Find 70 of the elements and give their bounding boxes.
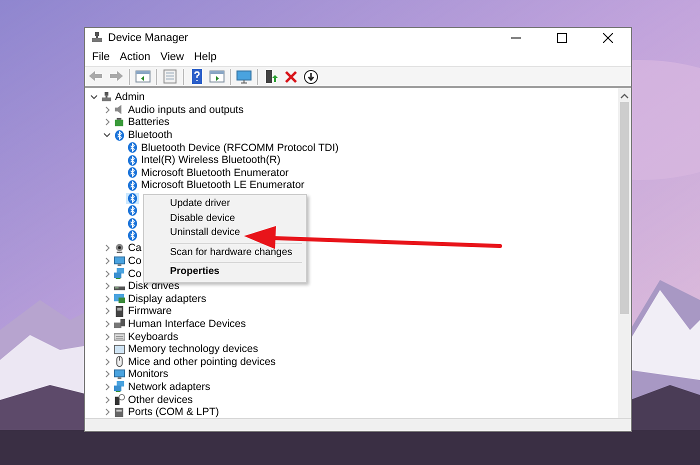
webcam-icon (114, 242, 125, 254)
bluetooth-icon (127, 218, 138, 229)
tree-item[interactable]: Memory technology devices (128, 343, 258, 356)
tree-item[interactable]: Firmware (128, 305, 172, 318)
scroll-up-icon[interactable] (620, 92, 629, 100)
tree-item[interactable]: Ca (128, 242, 142, 254)
tree-item[interactable]: Other devices (128, 394, 193, 406)
tree-item[interactable]: Co (128, 255, 142, 268)
window-panel-button[interactable] (134, 68, 152, 86)
monitor-icon (114, 256, 125, 267)
display-adapter-icon (114, 293, 125, 304)
document-button[interactable] (161, 68, 179, 86)
mouse-icon (114, 356, 125, 368)
network-icon (114, 268, 125, 280)
window-panel-button[interactable] (208, 68, 226, 86)
menu-item[interactable]: View (155, 49, 189, 65)
menu-item[interactable]: Help (188, 49, 222, 65)
tree-item[interactable]: Bluetooth Device (RFCOMM Protocol TDI) (141, 142, 339, 154)
tree-item[interactable]: Intel(R) Wireless Bluetooth(R) (141, 154, 280, 166)
scrollbar[interactable] (618, 88, 631, 418)
hid-icon (114, 318, 125, 330)
maximize-icon (557, 33, 567, 43)
chip-icon (114, 306, 125, 317)
tree-item[interactable]: Mice and other pointing devices (128, 356, 276, 368)
bluetooth-icon (127, 154, 138, 166)
download-button[interactable] (302, 68, 320, 86)
selection-highlight[interactable] (126, 192, 139, 204)
computer-icon (101, 92, 112, 103)
tree-item[interactable]: Network adapters (128, 380, 210, 393)
collapse-icon[interactable] (89, 93, 100, 102)
menu-item[interactable]: Properties (146, 265, 304, 280)
tree-item[interactable]: Disk drives (128, 280, 180, 292)
close-icon (603, 33, 613, 43)
memory-card-icon (114, 344, 125, 355)
bluetooth-icon (127, 142, 138, 154)
menu-item[interactable]: Update driver (146, 197, 304, 212)
window-title: Device Manager (108, 30, 188, 46)
monitor-icon (114, 368, 125, 380)
bluetooth-icon (127, 230, 138, 242)
port-icon (114, 406, 125, 418)
monitor-button[interactable] (235, 68, 253, 86)
scroll-thumb[interactable] (620, 102, 629, 314)
battery-icon (114, 116, 125, 128)
bluetooth-icon (127, 205, 138, 216)
bluetooth-icon (127, 180, 138, 191)
collapse-icon[interactable] (102, 131, 113, 140)
tree-item[interactable]: Audio inputs and outputs (128, 104, 244, 116)
menu-item[interactable]: Scan for hardware changes (146, 246, 304, 260)
tree-item[interactable]: Admin (115, 91, 145, 104)
tree-item[interactable]: Display adapters (128, 292, 206, 305)
tree-item[interactable]: Batteries (128, 116, 170, 128)
bluetooth-icon (127, 167, 138, 178)
unknown-device-icon (114, 394, 125, 406)
menu-item[interactable]: Disable device (146, 212, 304, 226)
tree-item[interactable]: Monitors (128, 368, 168, 380)
network-icon (114, 381, 125, 392)
bluetooth-icon (114, 130, 125, 141)
tree-item[interactable]: Human Interface Devices (128, 318, 246, 330)
menu-item[interactable]: Uninstall device (146, 226, 304, 240)
tree-item[interactable]: Keyboards (128, 330, 178, 343)
tree-item[interactable]: Ports (COM & LPT) (128, 406, 220, 418)
bluetooth-icon (127, 192, 138, 204)
menu-item[interactable]: File (87, 49, 115, 65)
tree-item[interactable]: Microsoft Bluetooth LE Enumerator (141, 179, 304, 192)
computer-icon (91, 32, 103, 44)
keyboard-icon (114, 331, 125, 342)
tree-item[interactable]: Co (128, 268, 142, 280)
menu-item[interactable]: Action (114, 49, 156, 65)
tree-item[interactable]: Bluetooth (128, 129, 172, 142)
tree-item[interactable]: Microsoft Bluetooth Enumerator (141, 166, 289, 179)
